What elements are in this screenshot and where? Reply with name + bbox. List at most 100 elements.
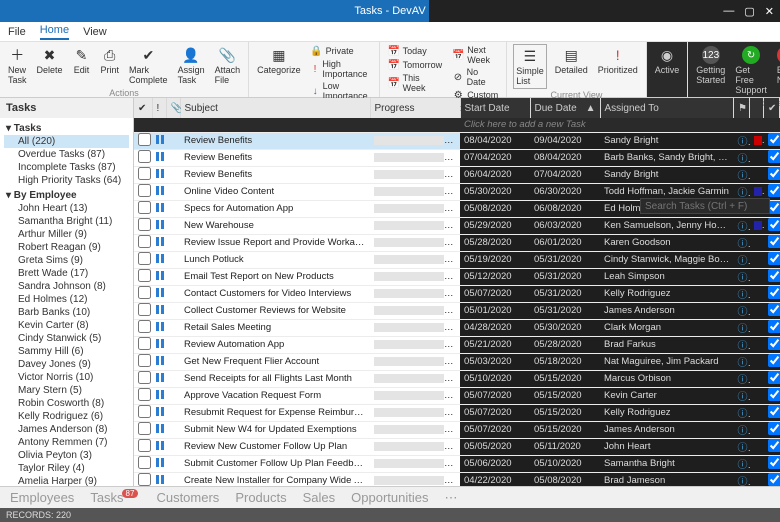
table-row[interactable]: Collect Customer Reviews for Website 0%0…: [134, 302, 780, 319]
table-row[interactable]: Approve Vacation Request Form 0%05/07/20…: [134, 387, 780, 404]
row-checkbox[interactable]: [138, 388, 151, 401]
row-checkbox[interactable]: [138, 184, 151, 197]
delete-button[interactable]: ✖Delete: [35, 44, 65, 77]
column-header-done[interactable]: ✔: [764, 98, 780, 118]
tab-employees[interactable]: Employees: [10, 490, 74, 505]
sidebar-item[interactable]: ▾ By Employee: [4, 189, 129, 202]
flag-icon[interactable]: ⓘ: [738, 426, 750, 437]
row-checkbox[interactable]: [138, 252, 151, 265]
table-row[interactable]: Review New Customer Follow Up Plan 75%05…: [134, 438, 780, 455]
tab-opportunities[interactable]: Opportunities: [351, 490, 428, 505]
menu-view[interactable]: View: [83, 26, 107, 38]
sidebar-item[interactable]: Ed Holmes (12): [4, 293, 129, 306]
flag-icon[interactable]: ⓘ: [738, 341, 750, 352]
row-checkbox[interactable]: [138, 473, 151, 486]
buy-now-button[interactable]: $Buy Now: [775, 44, 780, 87]
column-header-flag[interactable]: ⚑: [734, 98, 750, 118]
row-checkbox[interactable]: [138, 456, 151, 469]
table-row[interactable]: Review Issue Report and Provide Workarou…: [134, 234, 780, 251]
sidebar-item[interactable]: James Anderson (8): [4, 423, 129, 436]
flag-icon[interactable]: ⓘ: [738, 290, 750, 301]
sidebar-item[interactable]: Taylor Riley (4): [4, 462, 129, 475]
row-checkbox[interactable]: [138, 235, 151, 248]
menu-file[interactable]: File: [8, 26, 26, 38]
getting-started-button[interactable]: 123Getting Started: [694, 44, 727, 87]
sidebar-item[interactable]: Overdue Tasks (87): [4, 148, 129, 161]
sidebar-item[interactable]: Incomplete Tasks (87): [4, 161, 129, 174]
sidebar-item[interactable]: John Heart (13): [4, 202, 129, 215]
sidebar-item[interactable]: Olivia Peyton (3): [4, 449, 129, 462]
sidebar-item[interactable]: Greta Sims (9): [4, 254, 129, 267]
sidebar-item[interactable]: Kelly Rodriguez (6): [4, 410, 129, 423]
sidebar-item[interactable]: Amelia Harper (9): [4, 475, 129, 486]
flag-icon[interactable]: ⓘ: [738, 409, 750, 420]
sidebar-item[interactable]: Victor Norris (10): [4, 371, 129, 384]
row-checkbox[interactable]: [138, 320, 151, 333]
edit-button[interactable]: ✎Edit: [71, 44, 93, 77]
attach-file-button[interactable]: 📎Attach File: [213, 44, 243, 87]
row-checkbox[interactable]: [138, 405, 151, 418]
sidebar-item[interactable]: ▾ Tasks: [4, 122, 129, 135]
done-checkbox[interactable]: [768, 184, 780, 197]
assign-task-button[interactable]: 👤Assign Task: [176, 44, 207, 87]
search-input[interactable]: [640, 198, 770, 214]
flag-icon[interactable]: ⓘ: [738, 307, 750, 318]
new-task-row[interactable]: Click here to add a new Task: [460, 118, 780, 132]
maximize-button[interactable]: ▢: [744, 5, 754, 18]
row-checkbox[interactable]: [138, 439, 151, 452]
done-checkbox[interactable]: [768, 354, 780, 367]
table-row[interactable]: Review Automation App 0%05/21/202005/28/…: [134, 336, 780, 353]
prioritized-button[interactable]: !Prioritized: [596, 44, 640, 77]
flag-icon[interactable]: ⓘ: [738, 137, 750, 148]
tomorrow-button[interactable]: 📅Tomorrow: [386, 58, 445, 72]
done-checkbox[interactable]: [768, 320, 780, 333]
row-checkbox[interactable]: [138, 201, 151, 214]
sidebar-item[interactable]: Cindy Stanwick (5): [4, 332, 129, 345]
table-row[interactable]: Review Benefits 0%07/04/202008/04/2020Ba…: [134, 149, 780, 166]
detailed-button[interactable]: ▤Detailed: [553, 44, 590, 77]
table-row[interactable]: Contact Customers for Video Interviews 0…: [134, 285, 780, 302]
flag-icon[interactable]: ⓘ: [738, 460, 750, 471]
row-checkbox[interactable]: [138, 354, 151, 367]
table-row[interactable]: Submit Customer Follow Up Plan Feedback …: [134, 455, 780, 472]
column-header-check[interactable]: ✔: [134, 98, 152, 118]
row-checkbox[interactable]: [138, 337, 151, 350]
new-task-button[interactable]: ＋New Task: [6, 44, 29, 87]
flag-icon[interactable]: ⓘ: [738, 392, 750, 403]
table-row[interactable]: Get New Frequent Flier Account 10%05/03/…: [134, 353, 780, 370]
row-checkbox[interactable]: [138, 286, 151, 299]
done-checkbox[interactable]: [768, 422, 780, 435]
sidebar-item[interactable]: Brett Wade (17): [4, 267, 129, 280]
done-checkbox[interactable]: [768, 405, 780, 418]
minimize-button[interactable]: —: [723, 5, 734, 18]
table-row[interactable]: Lunch Potluck 25%05/19/202005/31/2020Cin…: [134, 251, 780, 268]
column-header-subject[interactable]: Subject: [180, 98, 370, 118]
done-checkbox[interactable]: [768, 473, 780, 486]
done-checkbox[interactable]: [768, 388, 780, 401]
table-row[interactable]: Resubmit Request for Expense Reimburseme…: [134, 404, 780, 421]
get-support-button[interactable]: ↻Get Free Support: [733, 44, 769, 97]
sidebar-item[interactable]: Samantha Bright (11): [4, 215, 129, 228]
private-button[interactable]: 🔒Private: [309, 44, 373, 58]
done-checkbox[interactable]: [768, 133, 780, 146]
sidebar-item[interactable]: Sandra Johnson (8): [4, 280, 129, 293]
column-header-attach[interactable]: 📎: [166, 98, 180, 118]
table-row[interactable]: Review Benefits 0%08/04/202009/04/2020Sa…: [134, 132, 780, 149]
print-button[interactable]: ⎙Print: [99, 44, 122, 77]
sidebar-item[interactable]: All (220): [4, 135, 129, 148]
sidebar-item[interactable]: Robin Cosworth (8): [4, 397, 129, 410]
tab-customers[interactable]: Customers: [156, 490, 219, 505]
column-header-assigned[interactable]: Assigned To: [600, 98, 734, 118]
column-header-start[interactable]: Start Date: [460, 98, 530, 118]
sidebar-item[interactable]: Arthur Miller (9): [4, 228, 129, 241]
done-checkbox[interactable]: [768, 439, 780, 452]
column-header-tag[interactable]: [750, 98, 764, 118]
sidebar-item[interactable]: Robert Reagan (9): [4, 241, 129, 254]
close-button[interactable]: ✕: [765, 5, 774, 18]
tab-sales[interactable]: Sales: [303, 490, 336, 505]
done-checkbox[interactable]: [768, 269, 780, 282]
table-row[interactable]: Create New Installer for Company Wide Ap…: [134, 472, 780, 486]
mark-complete-button[interactable]: ✔Mark Complete: [127, 44, 170, 87]
task-grid[interactable]: ✔!📎SubjectProgressStart DateDue Date ▲As…: [134, 98, 780, 486]
done-checkbox[interactable]: [768, 303, 780, 316]
